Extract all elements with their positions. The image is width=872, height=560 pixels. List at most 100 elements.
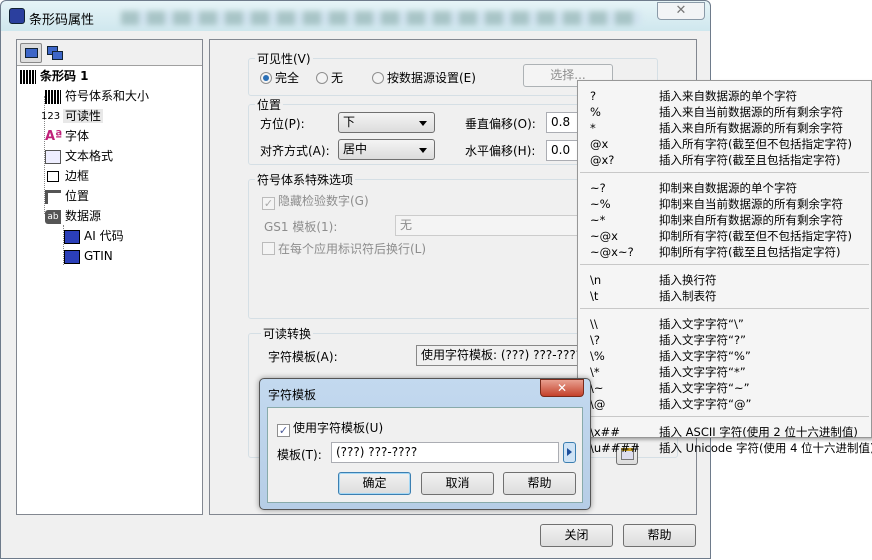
bt-file-icon xyxy=(64,229,80,244)
menu-item-description: 抑制来自当前数据源的所有剩余字符 xyxy=(659,197,843,211)
character-template-field[interactable]: 使用字符模板: (???) ???-???? xyxy=(416,345,586,366)
menu-item-description: 抑制所有字符(截至且包括指定字符) xyxy=(659,245,841,259)
menu-item-description: 抑制来自数据源的单个字符 xyxy=(659,181,797,195)
menu-item[interactable]: ~* 抑制来自所有数据源的所有剩余字符 xyxy=(578,212,871,228)
menu-item-code: ? xyxy=(590,89,597,103)
template-input[interactable]: (???) ???-???? xyxy=(331,442,559,463)
close-button[interactable]: 关闭 xyxy=(540,524,613,547)
property-tree: 条形码 1 符号体系和大小 123 可读性 Aª 字体 文本格式 边框 位置 ab 数… xyxy=(16,39,203,515)
menu-item-description: 插入文字字符“~” xyxy=(659,381,750,395)
menu-item[interactable]: * 插入来自所有数据源的所有剩余字符 xyxy=(578,120,871,136)
tree-item-gtin[interactable]: GTIN xyxy=(64,247,113,265)
tree-item-symbology[interactable]: 符号体系和大小 xyxy=(45,87,149,105)
menu-item-description: 抑制所有字符(截至但不包括指定字符) xyxy=(659,229,852,243)
menu-item-code: \\ xyxy=(590,317,598,331)
use-template-checkbox[interactable]: ✓ 使用字符模板(U) xyxy=(277,419,383,437)
character-template-dialog: 字符模板 ✕ ✓ 使用字符模板(U) 模板(T): (???) ???-???? … xyxy=(259,378,591,510)
title-bar: 条形码属性 ✕ xyxy=(1,1,710,31)
help-button[interactable]: 帮助 xyxy=(623,524,696,547)
app-icon xyxy=(9,8,25,24)
menu-item-code: \~ xyxy=(590,381,604,395)
menu-item[interactable]: ? 插入来自数据源的单个字符 xyxy=(578,88,871,104)
ok-button[interactable]: 确定 xyxy=(338,472,411,495)
border-icon xyxy=(47,171,59,182)
menu-item[interactable]: \* 插入文字字符“*” xyxy=(578,364,871,380)
window-close-button[interactable]: ✕ xyxy=(657,2,705,20)
barcode-icon xyxy=(45,89,61,104)
tree-item-ai-code[interactable]: AI 代码 xyxy=(64,227,124,245)
alignment-label: 对齐方式(A): xyxy=(260,144,330,158)
radio-full[interactable]: 完全 xyxy=(260,69,299,86)
character-template-label: 字符模板(A): xyxy=(268,350,338,364)
tree-item-text-format[interactable]: 文本格式 xyxy=(45,147,113,165)
menu-item[interactable]: @x? 插入所有字符(截至且包括指定字符) xyxy=(578,152,871,168)
menu-item[interactable]: \@ 插入文字字符“@” xyxy=(578,396,871,412)
gs1-template-input[interactable]: 无 xyxy=(395,215,595,236)
menu-item-description: 插入换行符 xyxy=(659,273,717,287)
menu-item-description: 插入文字字符“*” xyxy=(659,365,746,379)
menu-item[interactable]: ~@x 抑制所有字符(截至但不包括指定字符) xyxy=(578,228,871,244)
dialog-help-button[interactable]: 帮助 xyxy=(503,472,576,495)
menu-item-description: 插入制表符 xyxy=(659,289,717,303)
tree-item-datasource[interactable]: ab 数据源 xyxy=(45,207,101,225)
menu-item-code: ~@x~? xyxy=(590,245,634,259)
radio-none[interactable]: 无 xyxy=(316,69,343,86)
menu-item[interactable]: ~% 抑制来自当前数据源的所有剩余字符 xyxy=(578,196,871,212)
menu-separator xyxy=(580,264,869,265)
window-title: 条形码属性 xyxy=(29,13,95,28)
insert-syntax-arrow-button[interactable] xyxy=(563,442,576,463)
menu-separator xyxy=(580,416,869,417)
menu-item-description: 插入 Unicode 字符(使用 4 位十六进制值) xyxy=(659,441,872,455)
layers-view-button[interactable] xyxy=(44,43,66,63)
template-syntax-menu: ? 插入来自数据源的单个字符% 插入来自当前数据源的所有剩余字符 * 插入来自所有数据源… xyxy=(577,80,872,455)
menu-item[interactable]: \% 插入文字字符“%” xyxy=(578,348,871,364)
template-label: 模板(T): xyxy=(277,448,322,462)
menu-item[interactable]: % 插入来自当前数据源的所有剩余字符 xyxy=(578,104,871,120)
alignment-dropdown[interactable]: 居中 xyxy=(338,139,435,160)
blurred-title-area xyxy=(121,11,641,25)
tree-item-readability[interactable]: 123 可读性 xyxy=(41,107,104,125)
vertical-offset-label: 垂直偏移(O): xyxy=(465,117,536,131)
menu-item-code: @x? xyxy=(590,153,615,167)
menu-item-description: 插入来自数据源的单个字符 xyxy=(659,89,797,103)
menu-item-description: 插入文字字符“%” xyxy=(659,349,751,363)
tree-item-position[interactable]: 位置 xyxy=(45,187,89,205)
menu-item-code: \@ xyxy=(590,397,606,411)
menu-item[interactable]: ~@x~? 抑制所有字符(截至且包括指定字符) xyxy=(578,244,871,260)
menu-item-code: \x## xyxy=(590,425,620,439)
menu-separator xyxy=(580,308,869,309)
tree-root[interactable]: 条形码 1 xyxy=(20,67,89,85)
tree-item-border[interactable]: 边框 xyxy=(45,167,89,185)
object-view-button[interactable] xyxy=(20,43,42,63)
menu-item[interactable]: \n 插入换行符 xyxy=(578,272,871,288)
orientation-dropdown[interactable]: 下 xyxy=(338,112,435,133)
ruler-icon xyxy=(45,189,61,204)
menu-item-description: 插入所有字符(截至且包括指定字符) xyxy=(659,153,841,167)
menu-item[interactable]: \x## 插入 ASCII 字符(使用 2 位十六进制值) xyxy=(578,424,871,440)
menu-item[interactable]: ~? 抑制来自数据源的单个字符 xyxy=(578,180,871,196)
tree-item-font[interactable]: Aª 字体 xyxy=(45,127,89,145)
menu-item-description: 插入来自当前数据源的所有剩余字符 xyxy=(659,105,843,119)
menu-item[interactable]: \t 插入制表符 xyxy=(578,288,871,304)
cancel-button[interactable]: 取消 xyxy=(421,472,494,495)
dialog-close-button[interactable]: ✕ xyxy=(540,379,584,397)
menu-item[interactable]: \~ 插入文字字符“~” xyxy=(578,380,871,396)
menu-item[interactable]: @x 插入所有字符(截至但不包括指定字符) xyxy=(578,136,871,152)
text-format-icon xyxy=(45,149,61,164)
menu-item-description: 插入文字字符“\” xyxy=(659,317,744,331)
hide-check-digit-checkbox[interactable]: ✓ 隐藏检验数字(G) xyxy=(262,192,369,210)
radio-by-datasource[interactable]: 按数据源设置(E) xyxy=(372,69,476,86)
numbers-icon: 123 xyxy=(41,110,61,122)
menu-item[interactable]: \u#### 插入 Unicode 字符(使用 4 位十六进制值) xyxy=(578,440,872,456)
menu-item-code: \t xyxy=(590,289,599,303)
menu-item-code: \n xyxy=(590,273,602,287)
menu-item-description: 插入文字字符“?” xyxy=(659,333,747,347)
menu-item-code: ~% xyxy=(590,197,611,211)
newline-after-ai-checkbox[interactable]: 在每个应用标识符后换行(L) xyxy=(262,240,426,257)
menu-item-description: 插入所有字符(截至但不包括指定字符) xyxy=(659,137,852,151)
menu-separator xyxy=(580,172,869,173)
gs1-template-label: GS1 模板(1): xyxy=(264,220,338,234)
menu-item[interactable]: \\ 插入文字字符“\” xyxy=(578,316,871,332)
bt-file-icon xyxy=(64,249,80,264)
menu-item[interactable]: \? 插入文字字符“?” xyxy=(578,332,871,348)
